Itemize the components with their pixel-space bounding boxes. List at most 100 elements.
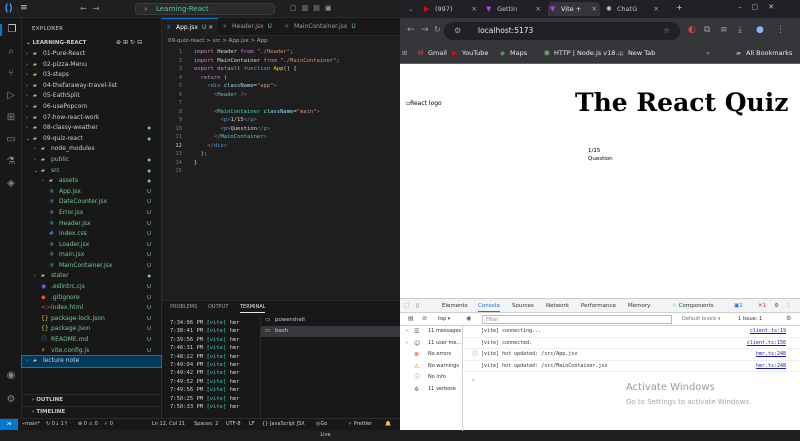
explorer-actions[interactable]: ⊕⊞↻⊟ [116, 39, 144, 46]
extensions-puzzle-icon[interactable]: ⧉ [704, 25, 710, 35]
bookmark-all[interactable]: ▰ All Bookmarks [736, 49, 792, 57]
profile-avatar[interactable]: ● [756, 25, 764, 35]
console-source-link[interactable]: hmr.ts:248 [756, 361, 786, 373]
address-bar[interactable]: ⚙ localhost:5173 ☆ [444, 22, 680, 40]
reload-icon[interactable]: ↻ [434, 25, 441, 34]
outline-section[interactable]: › OUTLINE [22, 394, 161, 405]
console-filter-verbose[interactable]: ✲ 11 verbose [400, 384, 462, 396]
context-selector[interactable]: top ▾ [438, 316, 450, 322]
device-toolbar-icon[interactable]: ▯ [416, 303, 419, 309]
tree-item[interactable]: ◆ .gitignore U [22, 293, 161, 304]
clear-console-icon[interactable]: ⊘ [422, 315, 427, 322]
tree-item[interactable]: ⚛ DateCounter.jsx U [22, 197, 161, 208]
bookmark-http[interactable]: ⬢ HTTP | Node.js v18.... [544, 49, 624, 57]
timeline-section[interactable]: › TIMELINE [22, 406, 161, 417]
close-tab-icon[interactable]: ✕ [654, 2, 659, 16]
indent-status[interactable]: Spaces: 2 [194, 419, 218, 430]
go-live-button[interactable]: ◎ Go Live [316, 419, 331, 438]
tree-item[interactable]: {} package.json U [22, 324, 161, 335]
tab-terminal[interactable]: TERMINAL [240, 304, 266, 313]
console-filter-warning[interactable]: ⚠ No warnings [400, 361, 462, 373]
devtools-settings-icon[interactable]: ⚙ [774, 303, 779, 309]
console-source-link[interactable]: client.ts:156 [747, 338, 786, 350]
devtools-more-icon[interactable]: ⋮ [786, 303, 792, 309]
tree-item[interactable]: ⚛ Error.jsx U [22, 208, 161, 219]
tree-item[interactable]: ⓘ README.md U [22, 335, 161, 346]
terminal-powershell[interactable]: ▭ powershell [261, 315, 400, 326]
layout-icons[interactable]: ▢▥▤▣ [290, 4, 336, 12]
tree-item[interactable]: › ▰ 04-thefaraway-travel-list [22, 81, 161, 92]
tree-item[interactable]: › ▰ assets ● [22, 176, 161, 187]
problems-status[interactable]: ⊗ 0 ⚠ 0 [78, 419, 98, 430]
tab-search-icon[interactable]: ⌄ [404, 2, 413, 16]
issues-badge[interactable]: ▣1 [734, 303, 743, 309]
browser-tab[interactable]: ▼ Gettin ✕ [484, 2, 544, 16]
tree-item[interactable]: › ▰ 02-pizza-Menu [22, 60, 161, 71]
devtools-tab-console[interactable]: Console [478, 303, 500, 312]
testing-icon[interactable]: ⚗ [5, 156, 17, 168]
apps-icon[interactable]: ⊞ [402, 49, 407, 57]
log-levels-select[interactable]: Default levels ▾ [682, 316, 720, 322]
browser-tab[interactable]: ▶ (997) ✕ [422, 2, 480, 16]
site-info-icon[interactable]: ⚙ [454, 22, 461, 40]
tree-item[interactable]: › ▰ 03-steps [22, 70, 161, 81]
console-filter-info[interactable]: ⓘ No info [400, 372, 462, 384]
source-control-icon[interactable]: ⑂ [5, 68, 17, 80]
window-controls[interactable]: –▢✕ [738, 3, 784, 11]
menu-icon[interactable]: ≡ [20, 3, 28, 13]
new-tab-button[interactable]: + [676, 3, 683, 12]
console-prompt-icon[interactable]: › [472, 377, 474, 384]
command-center-search[interactable]: ⌕ Learning-React [135, 3, 275, 15]
tree-item[interactable]: › ▰ lecture note [21, 355, 162, 368]
inspect-icon[interactable]: ⬚ [404, 303, 409, 309]
tree-item[interactable]: › ▰ public ● [22, 155, 161, 166]
nav-arrows[interactable]: ←→ [80, 4, 105, 13]
workspace-root[interactable]: ⌄ LEARNING-REACT [26, 40, 86, 46]
tree-item[interactable]: › ▰ node_modules [22, 144, 161, 155]
tab-header-jsx[interactable]: ⚛ Header.jsx U [218, 18, 280, 36]
tree-item[interactable]: ⚛ App.jsx U [22, 187, 161, 198]
tree-item[interactable]: › ▰ 06-usePopcorn [22, 102, 161, 113]
more-menu-icon[interactable]: ⋮ [776, 25, 785, 35]
branch-status[interactable]: ⑂ main* [22, 419, 40, 430]
tab-output[interactable]: OUTPUT [208, 304, 228, 310]
tree-item[interactable]: {} package-lock.json U [22, 314, 161, 325]
tree-item[interactable]: ⚡ vite.config.js U [22, 346, 161, 357]
language-mode[interactable]: {} JavaScript JSX [262, 419, 305, 430]
cursor-position[interactable]: Ln 12, Col 11 [152, 419, 185, 430]
run-debug-icon[interactable]: ▷ [5, 90, 17, 102]
tree-item[interactable]: <> index.html U [22, 303, 161, 314]
breadcrumb[interactable]: 09-quiz-react > src > App.jsx > App [168, 38, 268, 44]
more-bookmarks-icon[interactable]: » [706, 49, 710, 57]
console-filter-input[interactable]: Filter [482, 315, 672, 324]
console-source-link[interactable]: client.ts:19 [750, 326, 786, 338]
live-expression-icon[interactable]: ◉ [466, 315, 471, 322]
devtools-tab-memory[interactable]: Memory [628, 303, 650, 309]
menu-icon[interactable]: ≡ [720, 25, 728, 35]
tree-item[interactable]: › ▰ 05-EathSplit [22, 91, 161, 102]
tree-item[interactable]: ⌄ ▰ src ● [22, 166, 161, 177]
console-settings-icon[interactable]: ⚙ [786, 315, 791, 322]
prettier-status[interactable]: ✓ Prettier [348, 419, 372, 430]
remote-explorer-icon[interactable]: ▭ [5, 134, 17, 146]
browser-tab[interactable]: ▼ Vite + ✕ [548, 2, 600, 16]
bookmark-new[interactable]: ◎ New Tab [618, 49, 655, 57]
ports-status[interactable]: ✓ 0 [104, 419, 113, 430]
downloads-icon[interactable]: ⤓ [738, 25, 742, 35]
notifications-icon[interactable]: 🔔 [385, 419, 391, 430]
close-tab-icon[interactable]: ✕ [536, 2, 541, 16]
console-source-link[interactable]: hmr.ts:248 [756, 349, 786, 361]
tab-maincontainer-jsx[interactable]: ⚛ MainContainer.jsx U [280, 18, 370, 36]
devtools-tab-components[interactable]: ⚛ Components [672, 303, 713, 309]
tree-item[interactable]: ⚛ MainContainer.jsx U [22, 261, 161, 272]
forward-icon[interactable]: → [421, 25, 429, 35]
bookmark-youtube[interactable]: ▶ YouTube [452, 49, 488, 57]
devtools-tab-elements[interactable]: Elements [442, 303, 468, 309]
error-badge[interactable]: ✕1 [758, 303, 766, 309]
console-filter-list[interactable]: › ☰ 11 messages [400, 326, 462, 338]
devtools-tab-sources[interactable]: Sources [512, 303, 534, 309]
sync-status[interactable]: ↻ 0↓ 1↑ [46, 419, 68, 430]
tree-item[interactable]: # index.css U [22, 229, 161, 240]
encoding-status[interactable]: UTF-8 [226, 419, 241, 430]
close-icon[interactable]: ✕ [206, 24, 213, 31]
